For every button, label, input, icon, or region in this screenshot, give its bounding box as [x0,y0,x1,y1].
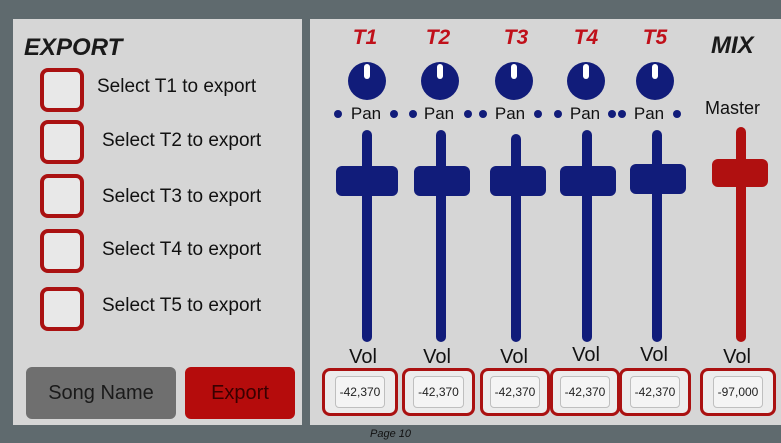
fader-thumb-t1[interactable] [336,166,398,196]
export-label-t2: Select T2 to export [102,130,262,151]
export-checkbox-t4[interactable] [40,229,84,273]
pan-knob-t1[interactable] [348,62,386,100]
export-checkbox-t1[interactable] [40,68,84,112]
pan-label-t5: Pan [633,104,665,123]
track-label-t2: T2 [425,26,451,49]
volume-value-text: -42,370 [629,376,681,408]
volume-value-t4[interactable]: -42,370 [550,368,620,416]
volume-value-text: -42,370 [559,376,611,408]
volume-value-text: -42,370 [413,376,464,408]
track-label-t5: T5 [642,26,668,49]
vol-label-t4: Vol [572,344,600,366]
volume-value-text: -97,000 [712,376,764,408]
fader-thumb-master[interactable] [712,159,768,187]
fader-track-t4 [582,130,592,342]
track-label-t3: T3 [503,26,529,49]
export-button[interactable]: Export [185,367,295,419]
mix-title: MIX [711,32,754,59]
master-label: Master [705,98,761,118]
vol-label-t3: Vol [500,346,528,368]
volume-value-master[interactable]: -97,000 [700,368,776,416]
export-checkbox-t3[interactable] [40,174,84,218]
pan-knob-t4[interactable] [567,62,605,100]
pan-label-t1: Pan [350,104,382,123]
volume-value-text: -42,370 [334,376,386,408]
song-name-button[interactable]: Song Name [26,367,176,419]
pan-knob-t2[interactable] [421,62,459,100]
track-label-t4: T4 [573,26,599,49]
fader-track-t5 [652,130,662,342]
volume-value-t1[interactable]: -42,370 [322,368,398,416]
page-indicator: Page 10 [370,428,411,440]
fader-thumb-t5[interactable] [630,164,686,194]
volume-value-t2[interactable]: -42,370 [402,368,475,416]
export-title: EXPORT [24,34,123,61]
fader-thumb-t2[interactable] [414,166,470,196]
pan-label-t4: Pan [569,104,601,123]
export-checkbox-t2[interactable] [40,120,84,164]
export-label-t5: Select T5 to export [102,295,262,316]
export-label-t1: Select T1 to export [97,76,257,97]
fader-track-t1 [362,130,372,342]
vol-label-master: Vol [723,346,751,368]
pan-label-t3: Pan [494,104,526,123]
volume-value-t5[interactable]: -42,370 [619,368,691,416]
fader-track-t2 [436,130,446,342]
export-label-t3: Select T3 to export [102,186,262,207]
pan-label-t2: Pan [423,104,455,123]
vol-label-t5: Vol [640,344,668,366]
fader-thumb-t3[interactable] [490,166,546,196]
pan-knob-t3[interactable] [495,62,533,100]
volume-value-t3[interactable]: -42,370 [480,368,550,416]
vol-label-t1: Vol [349,346,377,368]
fader-thumb-t4[interactable] [560,166,616,196]
volume-value-text: -42,370 [489,376,541,408]
export-label-t4: Select T4 to export [102,239,262,260]
export-checkbox-t5[interactable] [40,287,84,331]
vol-label-t2: Vol [423,346,451,368]
track-label-t1: T1 [352,26,378,49]
pan-knob-t5[interactable] [636,62,674,100]
